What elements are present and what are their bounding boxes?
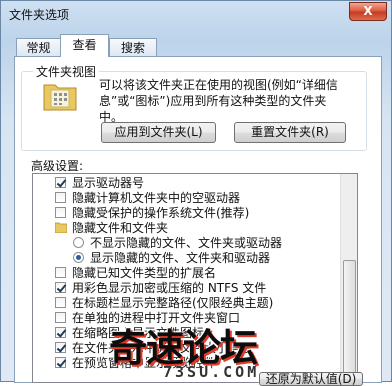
list-item-label: 不显示隐藏的文件、文件夹或驱动器 <box>90 236 283 250</box>
list-item-label: 在标题栏显示完整路径(仅限经典主题) <box>72 296 274 310</box>
list-scrollbar[interactable] <box>340 174 357 382</box>
tab-view[interactable]: 查看 <box>60 34 109 57</box>
folder-icon <box>55 222 67 233</box>
checkbox[interactable] <box>55 342 66 353</box>
folder-views-description: 可以将该文件夹正在使用的视图(例如“详细信 息”或“图标”)应用到所有这种类型的… <box>99 77 369 125</box>
apply-to-folders-button[interactable]: 应用到文件夹(L) <box>101 122 216 143</box>
reset-folders-button[interactable]: 重置文件夹(R) <box>234 122 346 143</box>
checkbox[interactable] <box>55 207 66 218</box>
advanced-settings-label: 高级设置: <box>31 159 84 173</box>
checkbox[interactable] <box>55 357 66 368</box>
title-bar: 文件夹选项 X <box>1 1 392 29</box>
checkbox[interactable] <box>55 282 66 293</box>
restore-defaults-button[interactable]: 还原为默认值(D) <box>259 372 363 386</box>
close-button[interactable]: X <box>349 2 387 21</box>
folder-options-window: 文件夹选项 X 常规 查看 搜索 文件夹视图 可以将该文件夹正在使用的视图(例如… <box>0 0 392 386</box>
description-line-2: 息”或“图标”)应用到所有这种类型的文件夹 <box>99 94 327 108</box>
checkbox[interactable] <box>55 177 66 188</box>
list-item-label: 显示驱动器号 <box>72 176 145 190</box>
radio-button[interactable] <box>73 252 84 263</box>
folder-views-icon <box>43 84 77 111</box>
list-item-label: 隐藏计算机文件夹中的空驱动器 <box>72 191 241 205</box>
checkbox[interactable] <box>55 297 66 308</box>
checkbox[interactable] <box>55 192 66 203</box>
tab-general[interactable]: 常规 <box>16 38 61 56</box>
list-item-label: 用彩色显示加密或压缩的 NTFS 文件 <box>72 281 267 295</box>
scrollbar-thumb[interactable] <box>343 260 356 382</box>
list-group-label: 隐藏文件和文件夹 <box>72 221 169 235</box>
window-title: 文件夹选项 <box>9 8 70 22</box>
checkbox[interactable] <box>55 327 66 338</box>
checkbox[interactable] <box>55 267 66 278</box>
folder-views-label: 文件夹视图 <box>33 63 100 80</box>
list-item-label: 隐藏已知文件类型的扩展名 <box>72 266 217 280</box>
tab-search[interactable]: 搜索 <box>109 38 157 56</box>
checkbox[interactable] <box>55 312 66 323</box>
watermark-site: 73SU.COM <box>163 363 260 381</box>
list-item-label: 显示隐藏的文件、文件夹和驱动器 <box>90 251 271 265</box>
list-item-label: 隐藏受保护的操作系统文件(推荐) <box>72 206 250 220</box>
radio-button[interactable] <box>73 237 84 248</box>
description-line-1: 可以将该文件夹正在使用的视图(例如“详细信 <box>99 78 338 92</box>
